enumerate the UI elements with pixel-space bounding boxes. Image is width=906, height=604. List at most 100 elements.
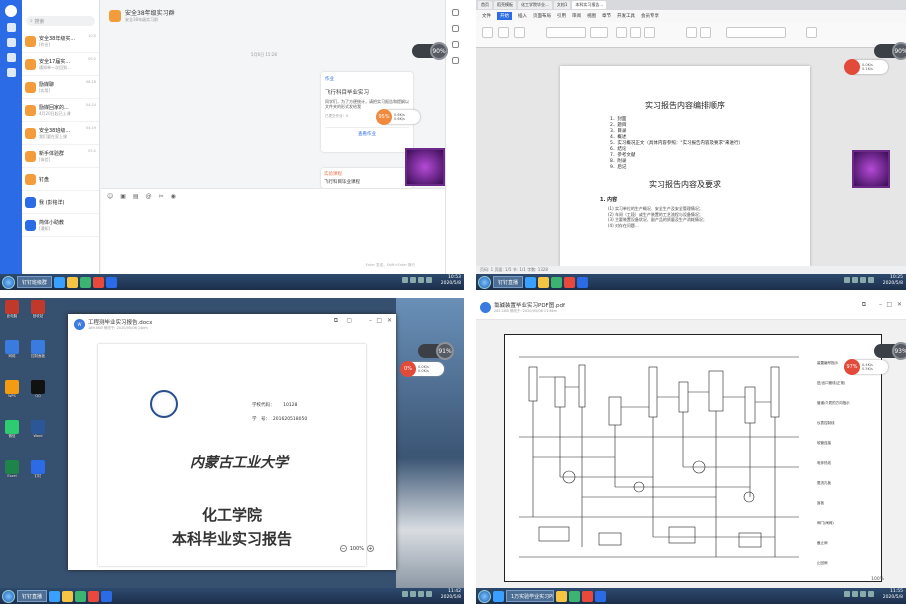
desktop-icon[interactable]: 控制面板 [30,340,46,359]
taskbar-ie-icon[interactable] [493,590,504,602]
maximize-icon[interactable]: □ [376,317,382,324]
start-button[interactable] [2,589,15,603]
find-replace-icon[interactable] [806,27,817,38]
document-tab[interactable]: 本科实习报告... [572,1,607,9]
emoji-icon[interactable]: ☺ [107,193,113,200]
taskbar-ie-icon[interactable] [49,590,61,602]
taskbar-dingtalk-icon[interactable] [106,276,118,288]
document-tab[interactable]: 稻壳模板 [494,1,516,9]
conversation-item[interactable]: 简体小助教 [通知] [22,214,99,237]
taskbar-dingtalk-icon[interactable] [577,276,589,288]
system-gauge[interactable]: 91% [418,342,454,360]
taskbar-task[interactable]: 钉钉班级群 [17,276,53,288]
taskbar-dingtalk-icon[interactable] [595,590,606,602]
live-video-preview[interactable] [852,150,890,188]
minimize-icon[interactable]: – [369,317,372,324]
menu-item[interactable]: 文件 [482,13,491,19]
conversation-item[interactable]: 我 (彭铭洋) [22,191,99,214]
font-select[interactable] [546,27,586,38]
members-icon[interactable] [451,25,459,32]
workbench-nav-icon[interactable] [6,68,16,77]
menu-item[interactable]: 插入 [518,13,527,19]
desktop-icon[interactable]: 网络 [4,340,20,359]
course-card[interactable]: 实验课程 飞行科目毕业课程 [321,168,413,188]
conversation-item[interactable]: 安全17届实... 通知单一次回到... 05:2 [22,53,99,76]
desktop-icon[interactable]: 此电脑 [4,300,20,319]
desktop-icon[interactable]: 微信 [4,420,20,439]
underline-icon[interactable] [644,27,655,38]
taskbar-folder-icon[interactable] [556,590,567,602]
taskbar-ie-icon[interactable] [525,276,537,288]
mic-icon[interactable]: ◉ [171,193,176,200]
desktop-icon[interactable]: Excel [4,460,20,478]
taskbar-folder-icon[interactable] [62,590,74,602]
taskbar-folder-icon[interactable] [67,276,79,288]
speed-widget[interactable]: 0% 0.0K/s 0.0K/s [400,361,444,377]
taskbar-folder-icon[interactable] [538,276,550,288]
taskbar-clock[interactable]: 11:55 2020/5/8 [883,589,903,601]
conversation-item[interactable]: 励媒回家的... 4月20日起已上课 04:24 [22,99,99,122]
desktop-icon[interactable]: WPS [4,380,20,398]
styles-gallery[interactable] [726,27,786,38]
minimize-icon[interactable]: – [879,301,882,308]
taskbar-clock[interactable]: 10:53 2020/5/8 [441,275,461,287]
cut-icon[interactable] [498,27,509,38]
conversation-item[interactable]: 安全38班级... 我们要在家上课 04:19 [22,122,99,145]
files-icon[interactable] [451,41,459,48]
menu-item[interactable]: 视图 [587,13,596,19]
menu-item[interactable]: 引用 [557,13,566,19]
system-gauge[interactable]: 93% [874,342,906,360]
share-icon[interactable]: ⧉ [334,317,338,325]
document-tab[interactable]: 文档1 [553,1,571,9]
font-size-select[interactable] [590,27,608,38]
speed-widget[interactable]: 97% 0.4K/s 0.5K/s [844,359,888,375]
zoom-in-icon[interactable]: + [367,545,374,552]
share-icon[interactable]: ⧉ [862,301,866,309]
conversation-item[interactable]: 安全38年级实... [作业] 10:5 [22,30,99,53]
start-button[interactable] [478,275,491,289]
align-center-icon[interactable] [700,27,711,38]
message-composer[interactable]: ☺ ▣ ▤ @ ✂ ◉ Enter 发送，Shift+Enter 换行 [101,188,445,274]
pin-icon[interactable] [451,9,459,16]
live-video-preview[interactable] [405,148,445,186]
taskbar-task[interactable]: 钉钉直播 [17,590,48,602]
taskbar-wechat-icon[interactable] [80,276,92,288]
taskbar-wps-icon[interactable] [88,590,100,602]
desktop-icon[interactable]: 回收站 [30,300,46,319]
menu-item[interactable]: 开始 [497,12,512,20]
start-button[interactable] [478,589,491,603]
at-icon[interactable]: @ [146,193,152,200]
taskbar-dingtalk-icon[interactable] [101,590,113,602]
taskbar-wps-icon[interactable] [564,276,576,288]
taskbar-wechat-icon[interactable] [551,276,563,288]
speed-widget[interactable]: 0.0K/s 0.1K/s [844,59,888,75]
conversation-item[interactable]: 励媒聊 [实用] 06:18 [22,76,99,99]
taskbar-wechat-icon[interactable] [569,590,580,602]
conversation-item[interactable]: 钉盘 [22,168,99,191]
close-icon[interactable]: ✕ [897,301,902,308]
open-icon[interactable]: ▢ [346,317,352,324]
italic-icon[interactable] [630,27,641,38]
menu-item[interactable]: 页面布局 [533,13,551,19]
menu-item[interactable]: 审阅 [572,13,581,19]
taskbar-task[interactable]: 钉钉直播 [493,276,524,288]
search-input[interactable]: ⌕ 搜索 [26,16,95,26]
settings-icon[interactable] [451,57,459,64]
taskbar-ie-icon[interactable] [54,276,66,288]
taskbar-task[interactable]: 1万实验毕业实习PD... [506,590,554,602]
system-gauge[interactable]: 90% [412,42,448,60]
desktop-icon[interactable]: Word [30,420,46,438]
menu-item[interactable]: 会员专享 [641,13,659,19]
scissors-icon[interactable]: ✂ [159,193,164,200]
paste-icon[interactable] [482,27,493,38]
system-gauge[interactable]: 90% [874,42,906,60]
bold-icon[interactable] [616,27,627,38]
desktop-icon[interactable]: 钉钉 [30,460,46,479]
taskbar-clock[interactable]: 11:42 2020/5/8 [441,589,461,601]
view-homework-button[interactable]: 查看作业 [325,127,409,137]
taskbar-wps-icon[interactable] [582,590,593,602]
contacts-nav-icon[interactable] [6,38,16,47]
start-button[interactable] [2,275,15,289]
maximize-icon[interactable]: □ [886,301,892,308]
taskbar-wps-icon[interactable] [93,276,105,288]
